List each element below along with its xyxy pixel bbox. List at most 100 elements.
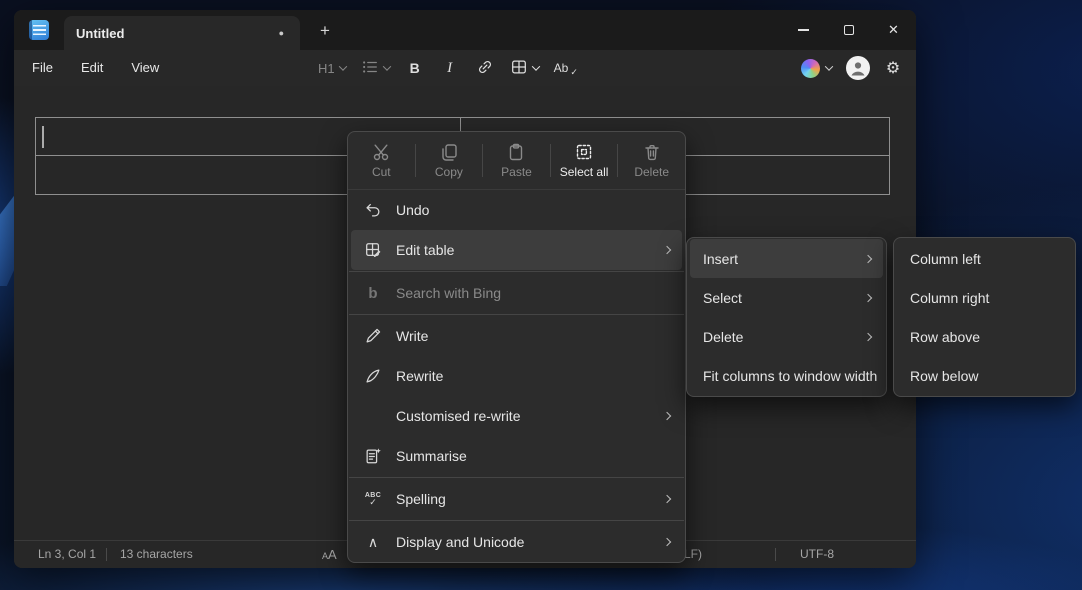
statusbar-divider — [106, 548, 107, 561]
heading-style-button[interactable]: H1 — [314, 54, 350, 82]
menu-item-undo[interactable]: Undo — [351, 190, 682, 230]
spelling-icon: ABC✓ — [363, 492, 383, 507]
menu-item-spelling[interactable]: ABC✓ Spelling — [351, 479, 682, 519]
submenu-item-delete[interactable]: Delete — [690, 317, 883, 356]
chevron-down-icon — [382, 62, 390, 70]
link-icon — [476, 58, 494, 79]
menu-separator — [349, 520, 684, 521]
window-controls: ✕ — [781, 10, 916, 50]
italic-button[interactable]: I — [436, 54, 464, 82]
select-all-button[interactable]: Select all — [551, 132, 618, 189]
link-button[interactable] — [471, 54, 499, 82]
table-button[interactable] — [506, 54, 543, 82]
chevron-down-icon — [338, 62, 346, 70]
context-menu: Cut Copy Paste Select all Delete — [347, 131, 686, 563]
settings-button[interactable]: ⚙ — [878, 54, 908, 82]
menu-item-summarise[interactable]: Summarise — [351, 436, 682, 476]
notepad-app-icon — [29, 20, 49, 40]
menu-item-edit-table[interactable]: Edit table — [351, 230, 682, 270]
submenu-item-column-left[interactable]: Column left — [897, 239, 1072, 278]
delete-button[interactable]: Delete — [618, 132, 685, 189]
summarise-icon — [363, 447, 383, 465]
new-tab-button[interactable]: + — [312, 18, 338, 44]
menu-view[interactable]: View — [121, 55, 169, 81]
heading-label: H1 — [318, 61, 335, 76]
spellcheck-button[interactable]: Ab ✓ — [550, 54, 585, 82]
paste-icon — [506, 142, 526, 162]
list-icon — [361, 58, 379, 79]
right-tools: ⚙ — [795, 50, 908, 86]
menu-separator — [349, 477, 684, 478]
menu-item-write[interactable]: Write — [351, 316, 682, 356]
cursor-position: Ln 3, Col 1 — [38, 541, 96, 568]
cut-icon — [371, 142, 391, 162]
desktop: Untitled ● + ✕ File Edit View H1 — [0, 0, 1082, 590]
spellcheck-icon: Ab — [554, 61, 569, 75]
copilot-button[interactable] — [795, 54, 838, 82]
caret-symbol-icon: ∧ — [363, 534, 383, 551]
clipboard-command-bar: Cut Copy Paste Select all Delete — [348, 132, 685, 190]
zoom-indicator: AA — [322, 541, 337, 568]
chevron-right-icon — [663, 495, 671, 503]
paste-button[interactable]: Paste — [483, 132, 550, 189]
close-button[interactable]: ✕ — [871, 10, 916, 50]
formatting-tools: H1 B I — [314, 50, 585, 86]
menu-item-search-with-bing[interactable]: b Search with Bing — [351, 273, 682, 313]
person-icon — [846, 56, 870, 80]
chevron-right-icon — [864, 254, 872, 262]
bold-icon: B — [410, 60, 420, 76]
chevron-down-icon — [825, 62, 833, 70]
copy-button[interactable]: Copy — [416, 132, 483, 189]
chevron-down-icon — [531, 62, 539, 70]
delete-icon — [642, 142, 662, 162]
submenu-item-select[interactable]: Select — [690, 278, 883, 317]
submenu-item-column-right[interactable]: Column right — [897, 278, 1072, 317]
undo-icon — [363, 201, 383, 219]
chevron-right-icon — [864, 293, 872, 301]
chevron-right-icon — [864, 332, 872, 340]
submenu-item-row-below[interactable]: Row below — [897, 356, 1072, 395]
edit-table-submenu: Insert Select Delete Fit columns to wind… — [686, 237, 887, 397]
list-button[interactable] — [357, 54, 394, 82]
account-button[interactable] — [846, 56, 870, 80]
chevron-right-icon — [663, 246, 671, 254]
copy-icon — [439, 142, 459, 162]
menu-edit[interactable]: Edit — [71, 55, 113, 81]
menu-item-customised-rewrite[interactable]: Customised re-write — [351, 396, 682, 436]
menu-item-display-and-unicode[interactable]: ∧ Display and Unicode — [351, 522, 682, 562]
menu-file[interactable]: File — [22, 55, 63, 81]
bold-button[interactable]: B — [401, 54, 429, 82]
write-icon — [363, 327, 383, 345]
minimize-button[interactable] — [781, 10, 826, 50]
text-caret — [42, 126, 44, 148]
select-all-icon — [574, 142, 594, 162]
insert-options-submenu: Column left Column right Row above Row b… — [893, 237, 1076, 397]
submenu-item-insert[interactable]: Insert — [690, 239, 883, 278]
line-ending-fragment: LF) — [684, 541, 702, 568]
copilot-icon — [801, 59, 820, 78]
encoding: UTF-8 — [800, 541, 834, 568]
bing-icon: b — [363, 285, 383, 302]
menu-item-rewrite[interactable]: Rewrite — [351, 356, 682, 396]
unsaved-indicator-icon: ● — [279, 28, 284, 38]
gear-icon: ⚙ — [886, 58, 900, 78]
menu-toolbar: File Edit View H1 B I — [14, 50, 916, 86]
tab-title: Untitled — [76, 26, 279, 41]
submenu-item-fit-columns[interactable]: Fit columns to window width — [690, 356, 883, 395]
maximize-icon — [844, 25, 854, 35]
title-bar: Untitled ● + ✕ — [14, 10, 916, 50]
tab-untitled[interactable]: Untitled ● — [64, 16, 300, 50]
menu-separator — [349, 314, 684, 315]
rewrite-icon — [363, 367, 383, 385]
edit-table-icon — [363, 241, 383, 259]
italic-icon: I — [447, 60, 452, 77]
statusbar-divider — [775, 548, 776, 561]
cut-button[interactable]: Cut — [348, 132, 415, 189]
chevron-right-icon — [663, 538, 671, 546]
maximize-button[interactable] — [826, 10, 871, 50]
table-icon — [510, 58, 528, 79]
character-count: 13 characters — [120, 541, 193, 568]
menu-separator — [349, 271, 684, 272]
submenu-item-row-above[interactable]: Row above — [897, 317, 1072, 356]
chevron-right-icon — [663, 412, 671, 420]
